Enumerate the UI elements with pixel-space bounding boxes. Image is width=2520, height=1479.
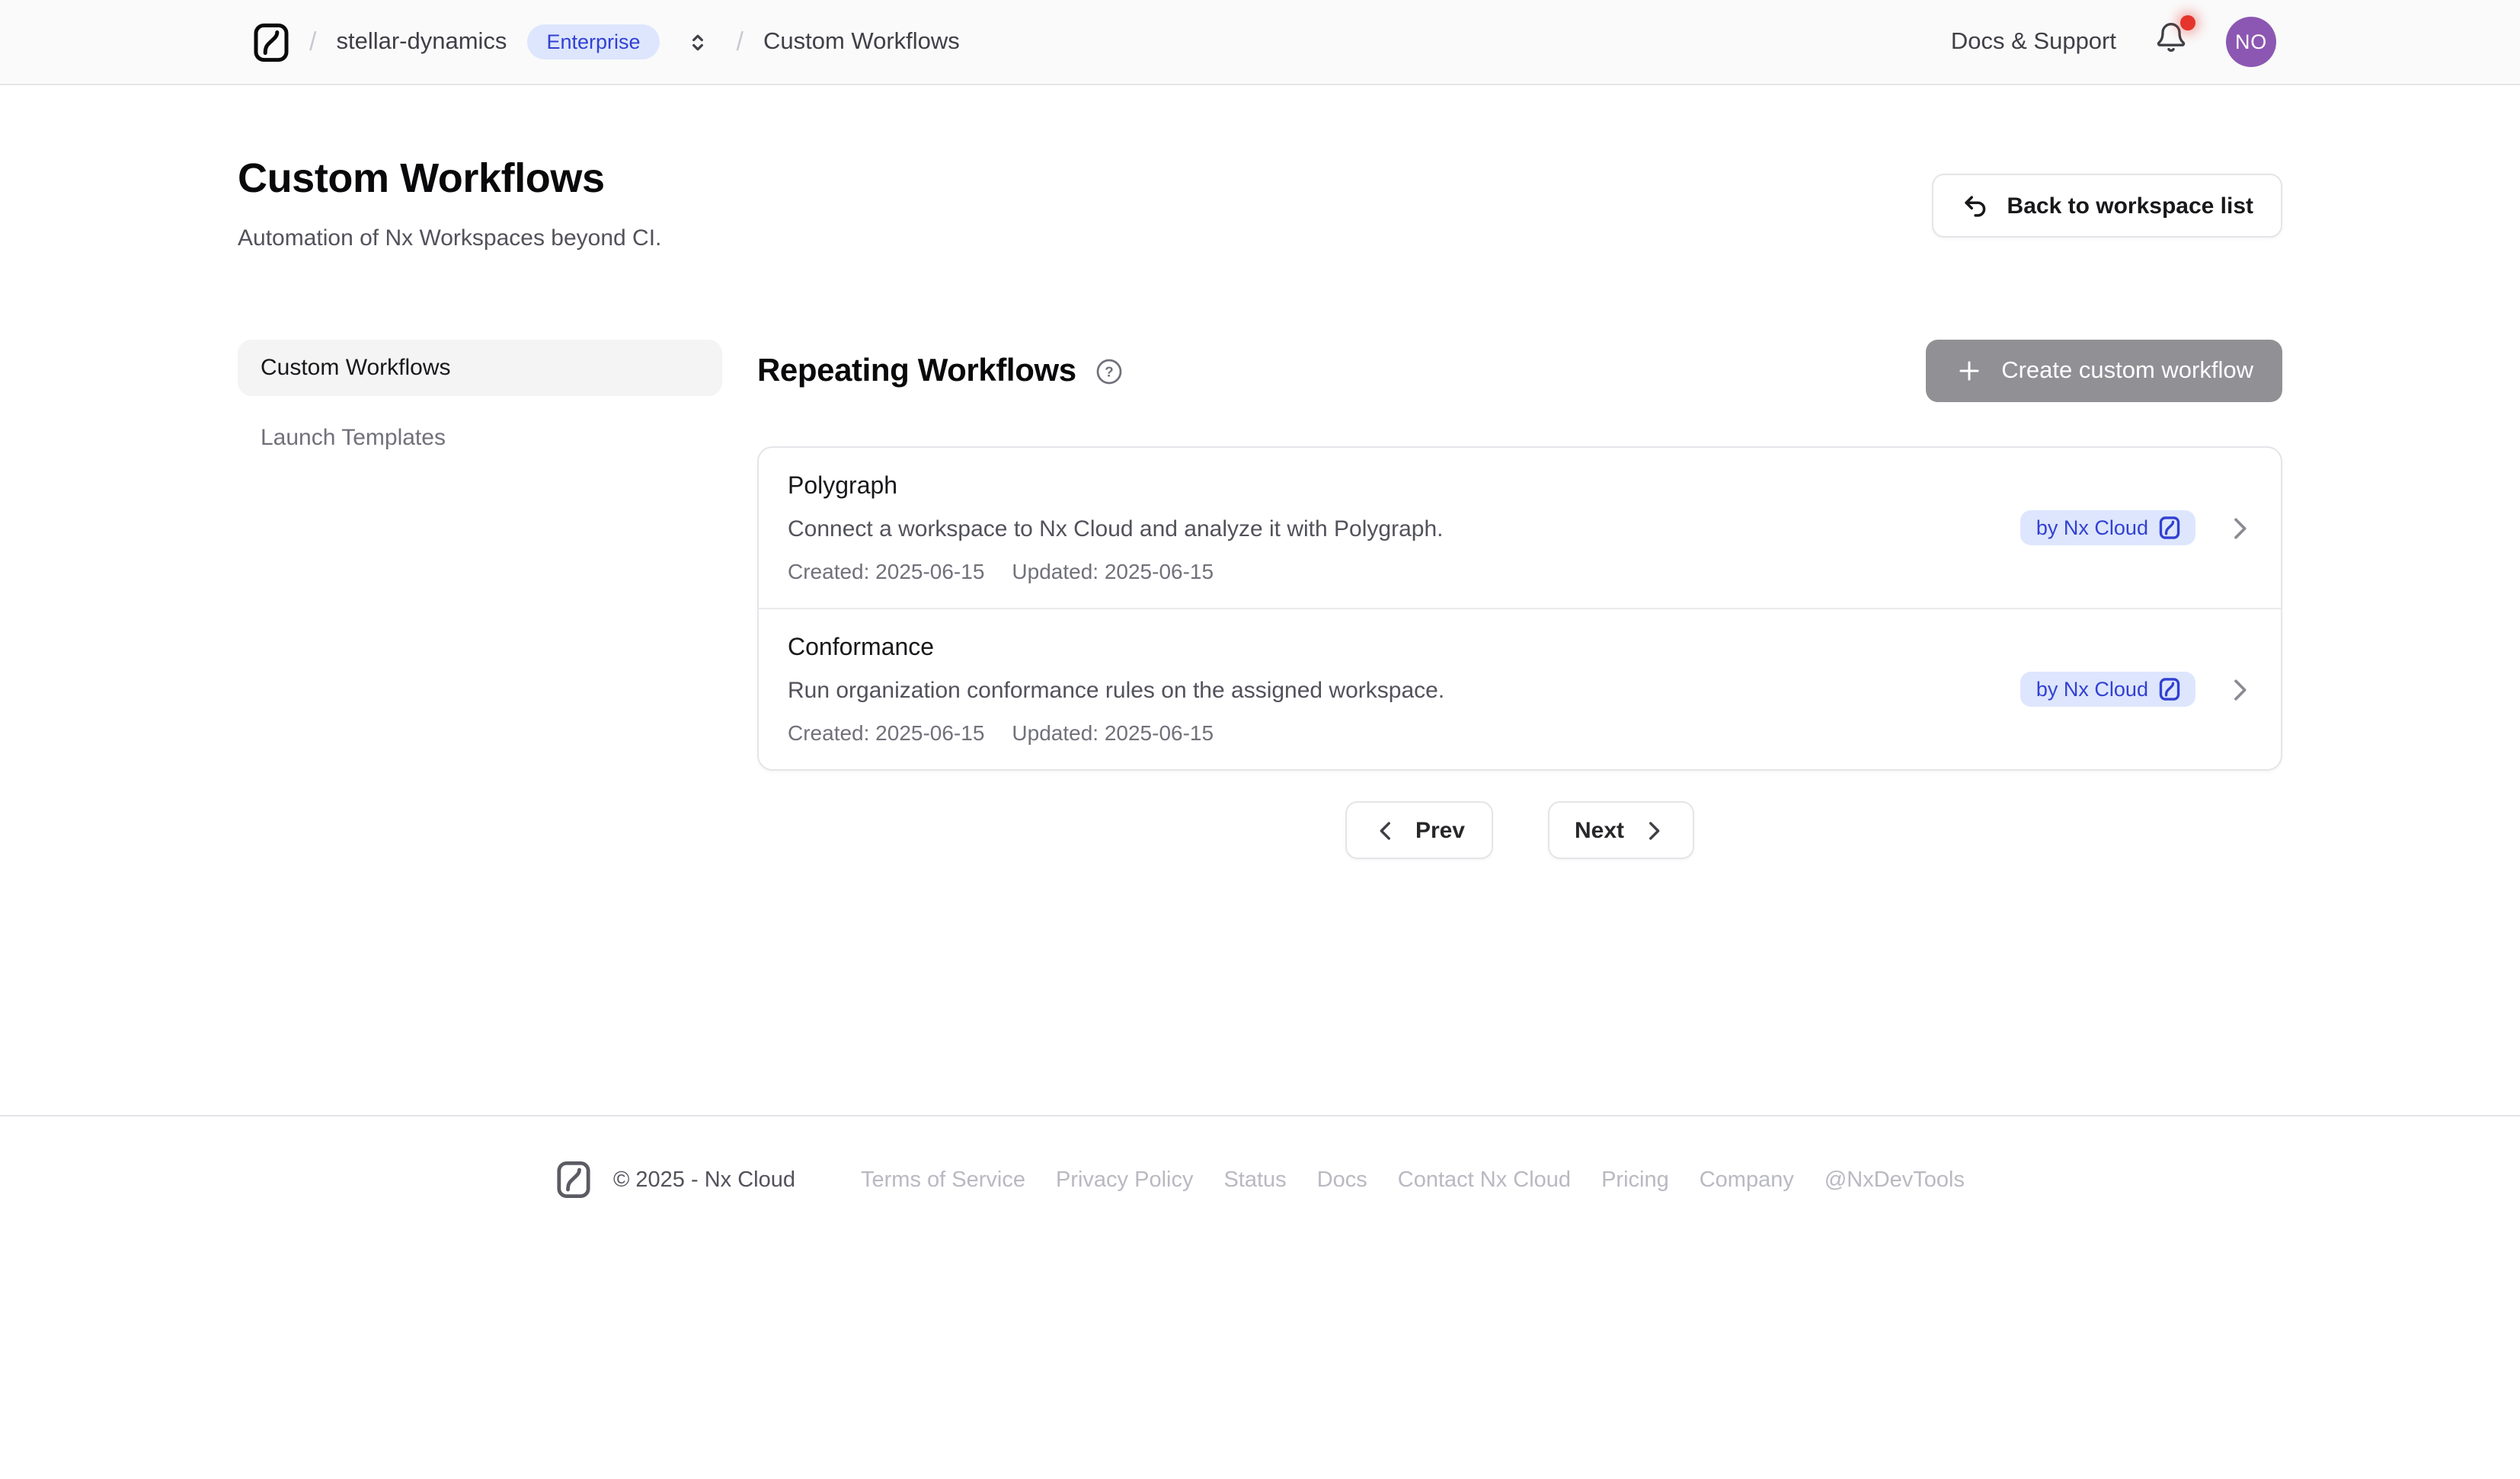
footer-link[interactable]: Privacy Policy xyxy=(1056,1168,1194,1192)
copyright-text: © 2025 - Nx Cloud xyxy=(613,1168,795,1192)
help-icon[interactable]: ? xyxy=(1096,357,1124,385)
workflow-name: Conformance xyxy=(788,632,1444,666)
badge-label: by Nx Cloud xyxy=(2036,516,2148,539)
page-subtitle: Automation of Nx Workspaces beyond CI. xyxy=(238,225,661,251)
workflow-updated: Updated: 2025-06-15 xyxy=(1012,557,1214,585)
footer-links: Terms of Service Privacy Policy Status Docs… xyxy=(861,1168,1965,1192)
page-content: Custom Workflows Automation of Nx Worksp… xyxy=(0,85,2520,1115)
footer-link[interactable]: Company xyxy=(1700,1168,1794,1192)
footer-link[interactable]: Contact Nx Cloud xyxy=(1398,1168,1571,1192)
footer-link[interactable]: Docs xyxy=(1317,1168,1367,1192)
workflow-description: Connect a workspace to Nx Cloud and anal… xyxy=(788,515,1443,545)
workflow-row[interactable]: Polygraph Connect a workspace to Nx Clou… xyxy=(759,448,2281,608)
docs-support-link[interactable]: Docs & Support xyxy=(1951,28,2116,56)
prev-page-button[interactable]: Prev xyxy=(1345,801,1492,859)
sidebar-item[interactable]: Custom Workflows xyxy=(238,340,722,396)
undo-arrow-icon xyxy=(1962,191,1991,220)
create-custom-workflow-button[interactable]: Create custom workflow xyxy=(1925,340,2282,402)
avatar[interactable]: NO xyxy=(2226,17,2276,67)
app-root: / stellar-dynamics Enterprise / Custom W… xyxy=(0,0,2520,1479)
prev-label: Prev xyxy=(1415,817,1465,843)
next-page-button[interactable]: Next xyxy=(1547,801,1694,859)
notification-dot xyxy=(2180,15,2195,30)
chevron-right-icon xyxy=(1641,817,1667,843)
nx-logo-footer-icon xyxy=(555,1161,590,1199)
workflow-created: Created: 2025-06-15 xyxy=(788,719,984,746)
repeating-workflows-section: Repeating Workflows ? xyxy=(757,340,2282,859)
nx-logo-icon[interactable] xyxy=(253,22,289,62)
nav-actions: Docs & Support NO xyxy=(1951,17,2276,67)
workflow-list-card: Polygraph Connect a workspace to Nx Clou… xyxy=(757,446,2282,771)
nx-logo-mini-icon xyxy=(2159,516,2180,539)
workflow-row[interactable]: Conformance Run organization conformance… xyxy=(759,608,2281,769)
by-nx-cloud-badge[interactable]: by Nx Cloud xyxy=(2021,510,2195,545)
sidebar-item-label: Custom Workflows xyxy=(261,355,451,381)
page-title: Custom Workflows xyxy=(238,155,661,203)
back-to-workspace-list-button[interactable]: Back to workspace list xyxy=(1933,174,2282,238)
chevron-left-icon xyxy=(1373,817,1399,843)
workspace-switcher-icon[interactable] xyxy=(686,27,711,57)
workflow-name: Polygraph xyxy=(788,471,1443,504)
footer-link[interactable]: Pricing xyxy=(1601,1168,1669,1192)
top-nav: / stellar-dynamics Enterprise / Custom W… xyxy=(0,0,2520,85)
breadcrumb-page[interactable]: Custom Workflows xyxy=(763,28,960,56)
nx-logo-mini-icon xyxy=(2159,678,2180,701)
back-button-label: Back to workspace list xyxy=(2007,193,2253,219)
breadcrumb: / stellar-dynamics Enterprise / Custom W… xyxy=(253,22,960,62)
footer-link[interactable]: @NxDevTools xyxy=(1824,1168,1965,1192)
workflow-created: Created: 2025-06-15 xyxy=(788,557,984,585)
next-label: Next xyxy=(1575,817,1624,843)
plan-badge: Enterprise xyxy=(526,24,660,60)
by-nx-cloud-badge[interactable]: by Nx Cloud xyxy=(2021,672,2195,707)
footer-link[interactable]: Status xyxy=(1223,1168,1286,1192)
footer-link[interactable]: Terms of Service xyxy=(861,1168,1025,1192)
footer: © 2025 - Nx Cloud Terms of Service Privac… xyxy=(0,1115,2520,1199)
breadcrumb-separator: / xyxy=(309,27,316,57)
sidebar-item[interactable]: Launch Templates xyxy=(238,410,722,466)
plus-icon xyxy=(1954,356,1983,385)
page-head: Custom Workflows Automation of Nx Worksp… xyxy=(238,155,2282,251)
pagination: Prev Next xyxy=(757,801,2282,859)
chevron-right-icon xyxy=(2224,513,2255,543)
settings-sidebar: Custom Workflows Launch Templates xyxy=(238,340,722,859)
create-button-label: Create custom workflow xyxy=(2001,357,2253,385)
svg-text:?: ? xyxy=(1105,363,1114,379)
breadcrumb-org[interactable]: stellar-dynamics xyxy=(336,28,507,56)
workflow-description: Run organization conformance rules on th… xyxy=(788,676,1444,707)
sidebar-item-label: Launch Templates xyxy=(261,425,446,451)
workflow-updated: Updated: 2025-06-15 xyxy=(1012,719,1214,746)
chevron-right-icon xyxy=(2224,674,2255,704)
notifications-button[interactable] xyxy=(2154,21,2188,62)
badge-label: by Nx Cloud xyxy=(2036,678,2148,701)
section-heading: Repeating Workflows xyxy=(757,353,1076,389)
breadcrumb-separator: / xyxy=(737,27,744,57)
